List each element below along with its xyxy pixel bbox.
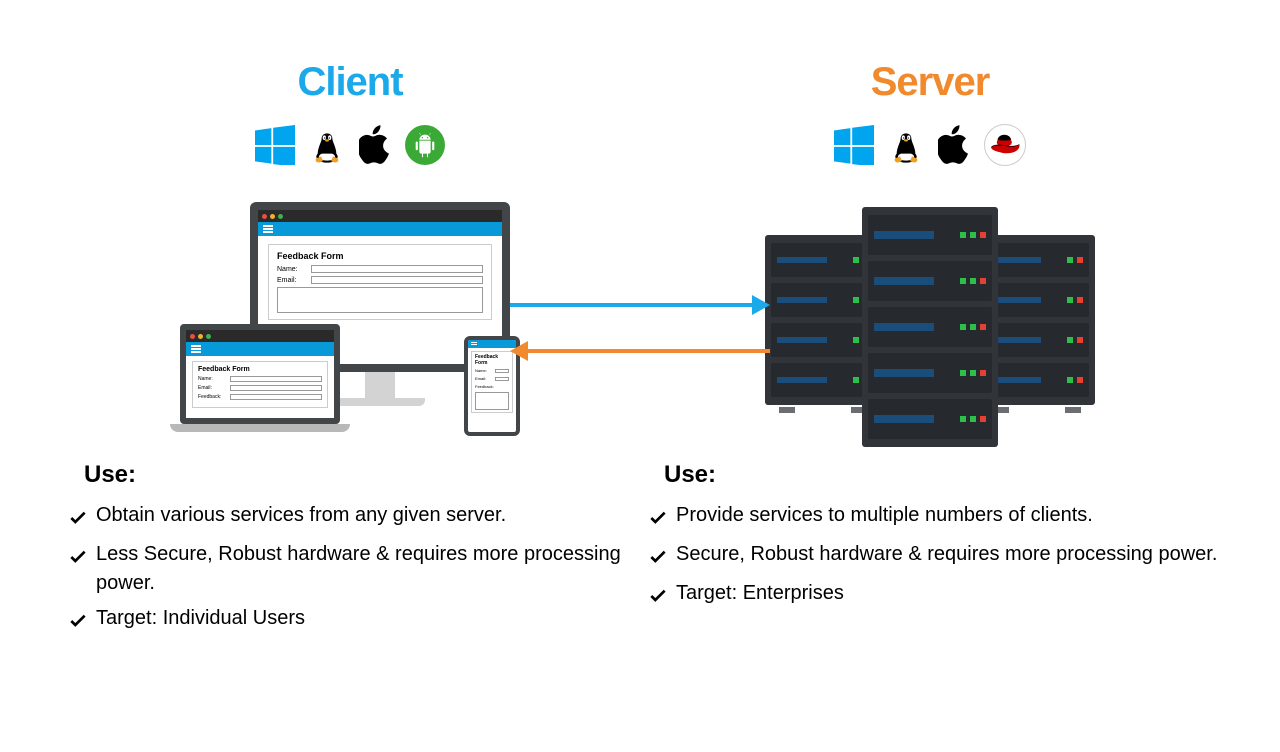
server-title: Server <box>871 60 990 105</box>
client-use-item: Target: Individual Users <box>70 604 640 637</box>
server-use-item: Target: Enterprises <box>650 579 1220 612</box>
client-use-item: Less Secure, Robust hardware & requires … <box>70 540 640 598</box>
server-rack-icon <box>862 199 998 445</box>
check-icon <box>650 505 668 534</box>
redhat-icon <box>984 124 1026 166</box>
check-icon <box>70 505 88 534</box>
apple-icon <box>359 125 391 165</box>
server-use-heading: Use: <box>650 461 1220 489</box>
request-arrow-icon <box>510 295 770 315</box>
client-os-row <box>255 123 445 167</box>
server-use-item: Secure, Robust hardware & requires more … <box>650 540 1220 573</box>
linux-icon <box>888 125 924 165</box>
arrows-group <box>510 295 770 387</box>
check-icon <box>70 608 88 637</box>
server-use-item: Provide services to multiple numbers of … <box>650 501 1220 534</box>
server-os-row <box>834 123 1026 167</box>
check-icon <box>650 544 668 573</box>
response-arrow-icon <box>510 341 770 361</box>
linux-icon <box>309 125 345 165</box>
client-use-block: Use: Obtain various services from any gi… <box>60 447 640 643</box>
windows-icon <box>255 125 295 165</box>
server-use-block: Use: Provide services to multiple number… <box>640 447 1220 618</box>
client-use-item: Obtain various services from any given s… <box>70 501 640 534</box>
form-title: Feedback Form <box>277 251 483 261</box>
android-icon <box>405 125 445 165</box>
windows-icon <box>834 125 874 165</box>
diagram-container: Client <box>0 0 1280 643</box>
check-icon <box>70 544 88 573</box>
check-icon <box>650 583 668 612</box>
apple-icon <box>938 125 970 165</box>
laptop-icon: Feedback Form Name: Email: Feedback: <box>170 324 350 432</box>
client-title: Client <box>297 60 402 105</box>
client-use-heading: Use: <box>70 461 640 489</box>
